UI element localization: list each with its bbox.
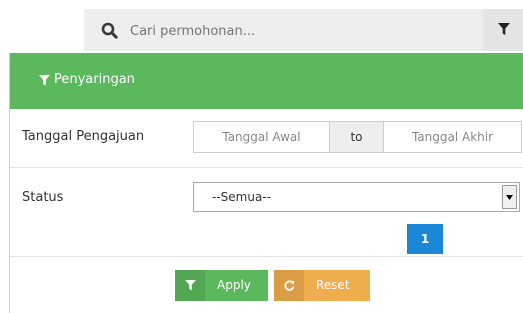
date-range-separator: to bbox=[329, 121, 384, 153]
reset-icon bbox=[284, 280, 295, 291]
reset-button[interactable]: Reset bbox=[274, 270, 370, 301]
status-selected-value: --Semua-- bbox=[212, 190, 271, 204]
row-divider bbox=[10, 167, 523, 168]
reset-icon-box bbox=[274, 270, 304, 301]
apply-label: Apply bbox=[217, 278, 251, 292]
pagination-badge[interactable]: 1 bbox=[407, 224, 443, 254]
filter-icon bbox=[39, 75, 50, 86]
dropdown-arrow-icon bbox=[506, 195, 513, 200]
filter-icon bbox=[185, 280, 196, 291]
status-filter-label: Status bbox=[22, 190, 64, 205]
date-filter-label: Tanggal Pengajuan bbox=[22, 129, 145, 144]
search-icon bbox=[101, 22, 118, 39]
status-select[interactable]: --Semua-- bbox=[193, 182, 520, 212]
dropdown-arrow-button[interactable] bbox=[502, 185, 517, 209]
filter-icon bbox=[498, 23, 510, 35]
end-date-input[interactable] bbox=[383, 121, 522, 153]
search-input[interactable] bbox=[130, 20, 450, 42]
start-date-input[interactable] bbox=[193, 121, 330, 153]
reset-label: Reset bbox=[316, 278, 350, 292]
search-bar bbox=[84, 9, 523, 51]
apply-icon-box bbox=[175, 270, 205, 301]
panel-title: Penyaringan bbox=[54, 72, 135, 87]
filter-toggle-button[interactable] bbox=[483, 9, 523, 51]
apply-button[interactable]: Apply bbox=[175, 270, 268, 301]
filter-panel-header: Penyaringan bbox=[10, 53, 523, 109]
row-divider bbox=[10, 256, 523, 257]
